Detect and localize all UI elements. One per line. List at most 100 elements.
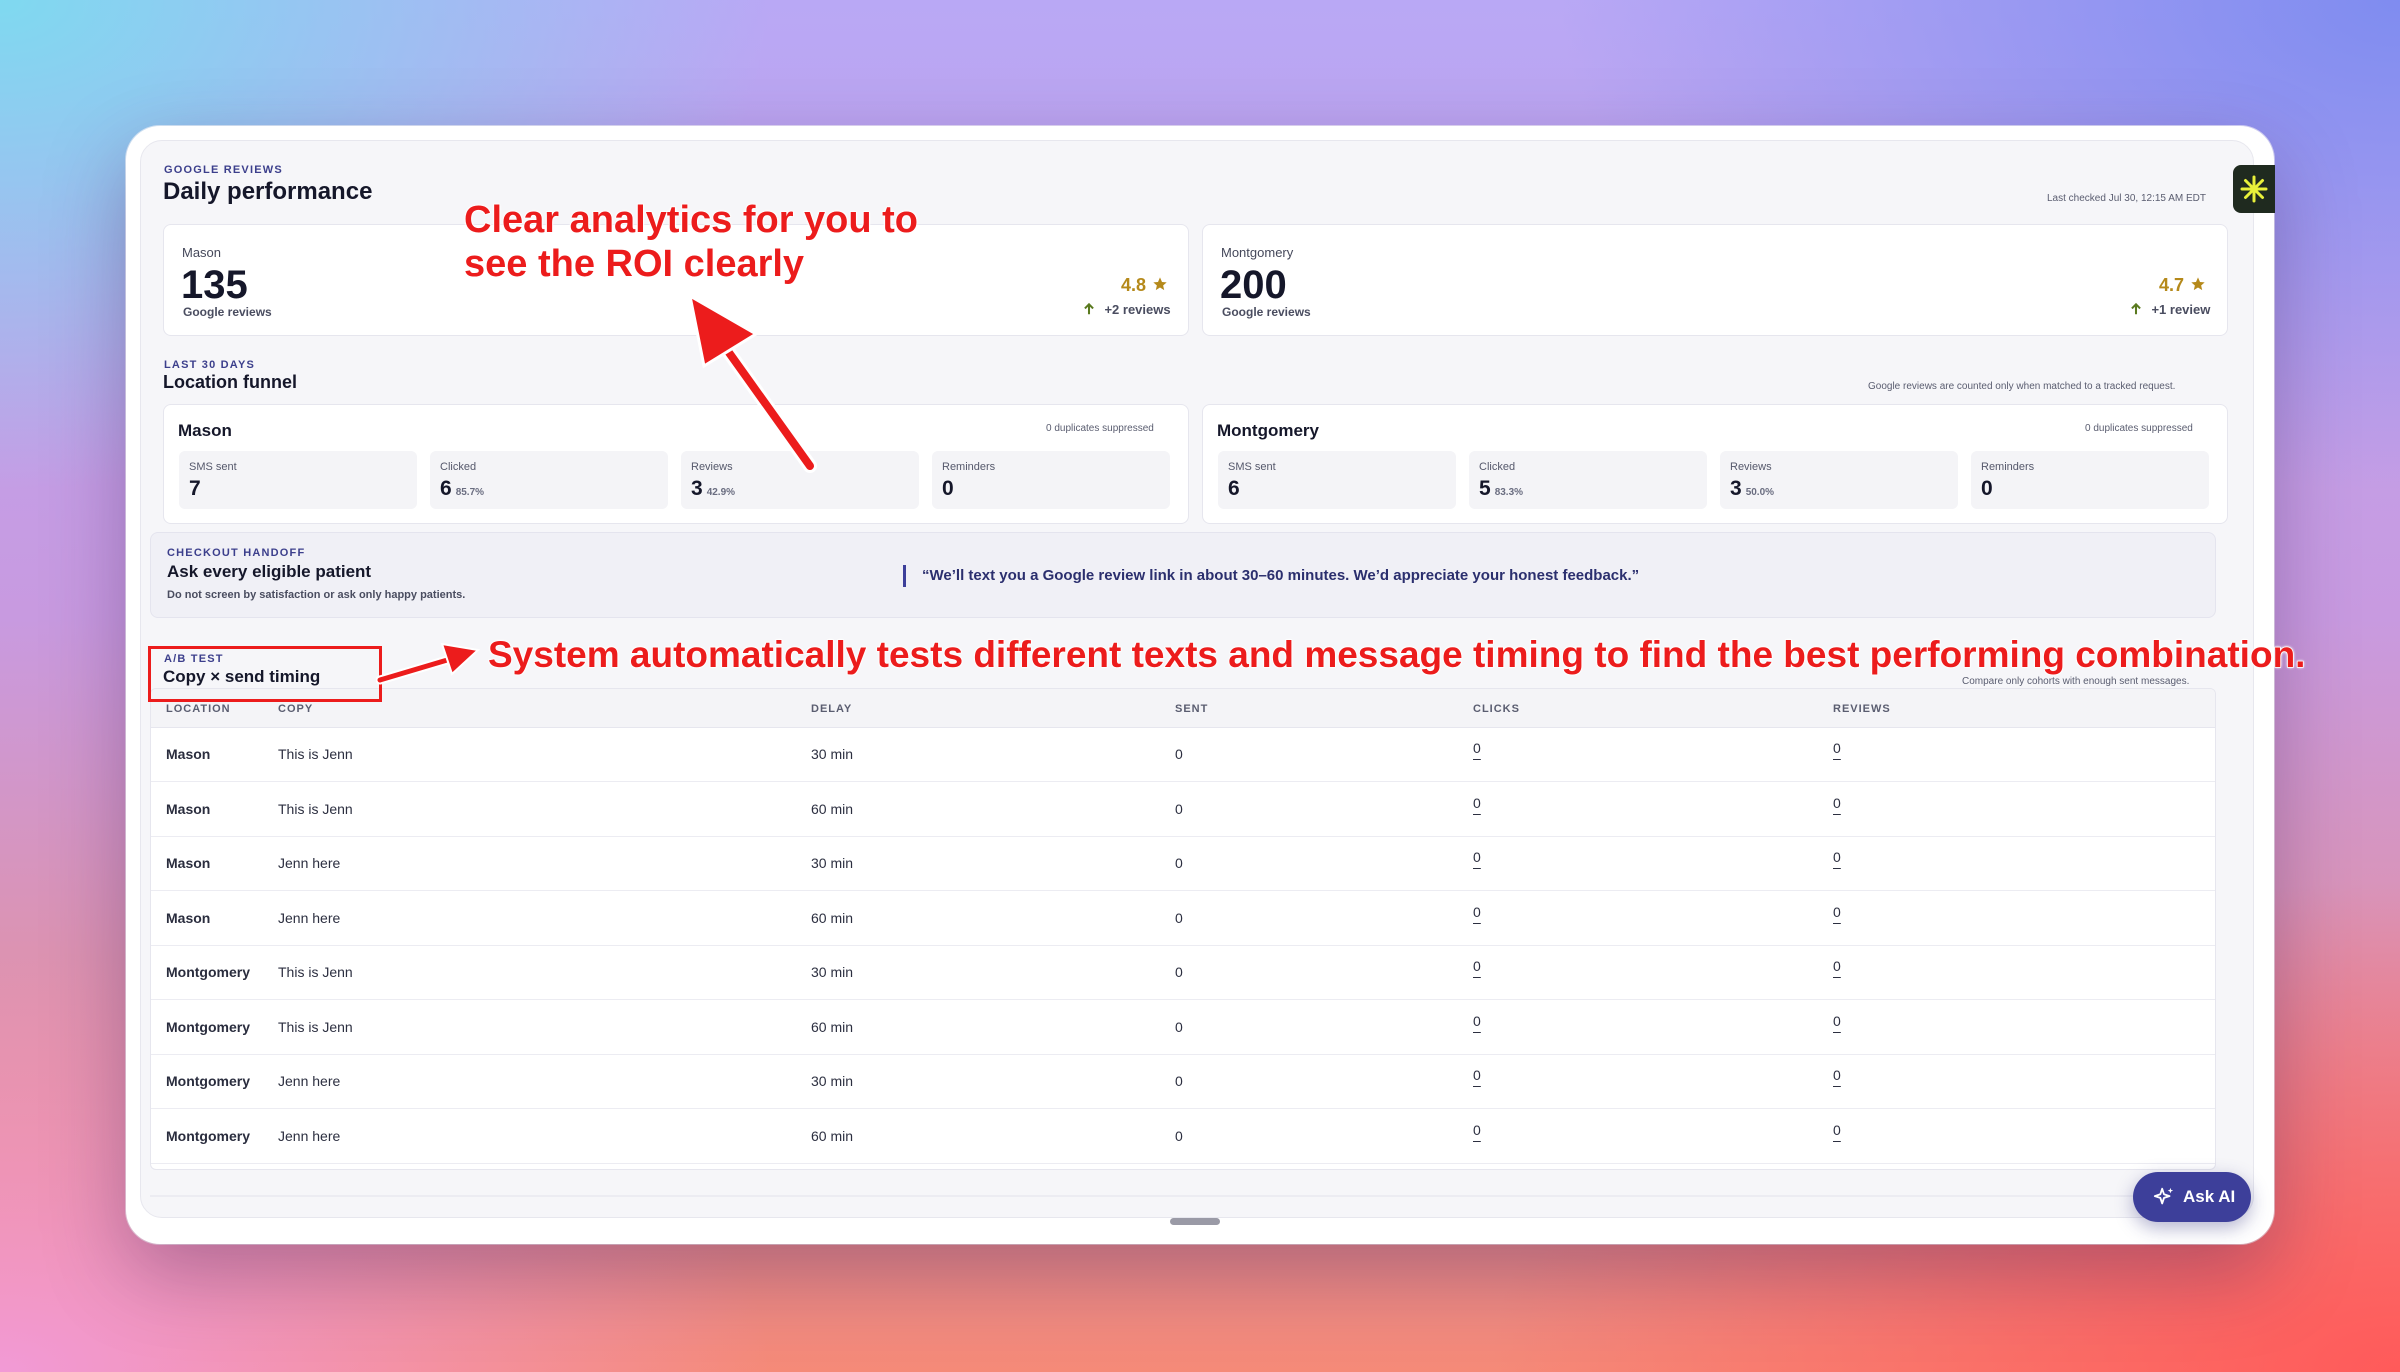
table-row: Montgomery Jenn here 30 min 0 0 0 <box>151 1054 2215 1109</box>
delta-group: +2 reviews <box>1082 301 1171 319</box>
ask-ai-button[interactable]: Ask AI <box>2133 1172 2251 1222</box>
annotation-arrow-up-icon <box>687 293 817 473</box>
annotation-ab-callout: System automatically tests different tex… <box>487 633 2306 676</box>
review-delta: +1 review <box>2151 302 2211 317</box>
column-header-copy[interactable]: COPY <box>278 703 313 715</box>
cell-sent: 0 <box>1175 1073 1183 1089</box>
home-indicator[interactable] <box>1170 1218 1220 1225</box>
funnel-location-name: Mason <box>178 421 232 440</box>
cell-clicks[interactable]: 0 <box>1473 1013 1481 1029</box>
funnel-card-montgomery: Montgomery 0 duplicates suppressed SMS s… <box>1202 404 2228 524</box>
arrow-up-icon <box>1084 302 1094 315</box>
funnel-title: Location funnel <box>163 372 297 392</box>
review-count-label: Google reviews <box>1222 305 1311 319</box>
cell-delay: 30 min <box>811 1073 854 1089</box>
rating-group: 4.8 <box>1121 275 1168 296</box>
quote-rule <box>903 565 906 587</box>
cell-reviews[interactable]: 0 <box>1833 1013 1841 1029</box>
metric-value: 7 <box>189 477 201 500</box>
handoff-quote: “We’ll text you a Google review link in … <box>922 567 1640 584</box>
annotation-highlight-box <box>148 646 382 702</box>
column-header-reviews[interactable]: REVIEWS <box>1833 703 1891 715</box>
cell-copy: Jenn here <box>278 1073 341 1089</box>
review-count: 135 <box>181 263 248 307</box>
cell-reviews[interactable]: 0 <box>1833 795 1841 811</box>
cell-sent: 0 <box>1175 1018 1183 1035</box>
cell-sent: 0 <box>1175 746 1183 762</box>
cell-reviews[interactable]: 0 <box>1833 849 1841 865</box>
delta-group: +1 review <box>2129 301 2210 319</box>
cell-clicks[interactable]: 0 <box>1473 958 1481 974</box>
table-row: Montgomery This is Jenn 60 min 0 0 0 <box>151 1000 2215 1055</box>
metric-sms-sent: SMS sent 7 <box>179 451 417 509</box>
column-header-delay[interactable]: DELAY <box>811 703 852 715</box>
metric-percent: 85.7% <box>455 487 485 498</box>
cell-delay: 60 min <box>811 1018 854 1035</box>
cell-clicks[interactable]: 0 <box>1473 795 1481 811</box>
column-header-sent[interactable]: SENT <box>1175 703 1208 715</box>
review-count: 200 <box>1220 263 1287 307</box>
cell-reviews[interactable]: 0 <box>1833 904 1841 920</box>
cell-location: Mason <box>166 746 211 762</box>
metric-percent: 42.9% <box>706 487 736 498</box>
brand-badge[interactable] <box>2233 165 2275 213</box>
cell-copy: Jenn here <box>278 909 341 926</box>
cell-clicks[interactable]: 0 <box>1473 849 1481 865</box>
table-row: Mason Jenn here 60 min 0 0 0 <box>151 891 2215 946</box>
annotation-roi-line1: Clear analytics for you to <box>463 198 919 242</box>
column-header-location[interactable]: LOCATION <box>166 703 231 715</box>
metric-clicked: Clicked 6 85.7% <box>430 451 668 509</box>
page-title: Daily performance <box>163 178 373 205</box>
metric-label: Clicked <box>1479 461 1516 473</box>
review-delta: +2 reviews <box>1104 302 1171 317</box>
metric-sms-sent: SMS sent 6 <box>1218 451 1456 509</box>
cell-copy: Jenn here <box>278 1127 341 1144</box>
ab-note: Compare only cohorts with enough sent me… <box>1962 676 2190 687</box>
metric-label: Reminders <box>1981 461 2035 473</box>
arrow-up-icon <box>2131 302 2141 315</box>
star-icon <box>2191 277 2206 291</box>
cell-clicks[interactable]: 0 <box>1473 904 1481 920</box>
cell-copy: This is Jenn <box>278 1018 353 1035</box>
metric-label: SMS sent <box>189 461 237 473</box>
star-icon <box>1153 277 1168 291</box>
handoff-title: Ask every eligible patient <box>167 562 372 581</box>
cell-delay: 60 min <box>811 909 854 926</box>
metric-value: 3 50.0% <box>1730 477 1775 500</box>
cell-reviews[interactable]: 0 <box>1833 958 1841 974</box>
cell-copy: Jenn here <box>278 855 341 871</box>
cell-reviews[interactable]: 0 <box>1833 740 1841 756</box>
metric-label: Clicked <box>440 461 477 473</box>
metric-clicked: Clicked 5 83.3% <box>1469 451 1707 509</box>
duplicates-suppressed: 0 duplicates suppressed <box>1046 423 1154 434</box>
review-count-label: Google reviews <box>183 305 272 319</box>
metric-value: 3 42.9% <box>691 477 736 500</box>
sparkle-icon <box>2153 1187 2174 1205</box>
rating-value: 4.8 <box>1121 275 1147 295</box>
cell-sent: 0 <box>1175 855 1183 871</box>
cell-delay: 30 min <box>811 746 854 762</box>
cell-location: Montgomery <box>166 1127 250 1144</box>
cell-clicks[interactable]: 0 <box>1473 740 1481 756</box>
metric-value: 6 <box>1228 477 1240 500</box>
rating-group: 4.7 <box>2159 275 2206 296</box>
cell-clicks[interactable]: 0 <box>1473 1122 1481 1138</box>
cell-location: Montgomery <box>166 1073 250 1089</box>
table-row: Montgomery This is Jenn 30 min 0 0 0 <box>151 945 2215 1000</box>
metric-value: 5 83.3% <box>1479 477 1524 500</box>
cell-reviews[interactable]: 0 <box>1833 1067 1841 1083</box>
funnel-note: Google reviews are counted only when mat… <box>1868 381 2176 392</box>
cell-location: Mason <box>166 800 211 817</box>
cell-sent: 0 <box>1175 964 1183 980</box>
cell-clicks[interactable]: 0 <box>1473 1067 1481 1083</box>
table-row: Mason Jenn here 30 min 0 0 0 <box>151 836 2215 891</box>
metric-reminders: Reminders 0 <box>932 451 1170 509</box>
column-header-clicks[interactable]: CLICKS <box>1473 703 1520 715</box>
metric-reviews: Reviews 3 50.0% <box>1720 451 1958 509</box>
handoff-eyebrow: CHECKOUT HANDOFF <box>167 547 306 559</box>
review-card-montgomery: Montgomery 200 Google reviews 4.7 +1 rev… <box>1202 224 2228 336</box>
cell-sent: 0 <box>1175 800 1183 817</box>
cell-reviews[interactable]: 0 <box>1833 1122 1841 1138</box>
cell-delay: 30 min <box>811 964 854 980</box>
metric-value: 6 85.7% <box>440 477 485 500</box>
